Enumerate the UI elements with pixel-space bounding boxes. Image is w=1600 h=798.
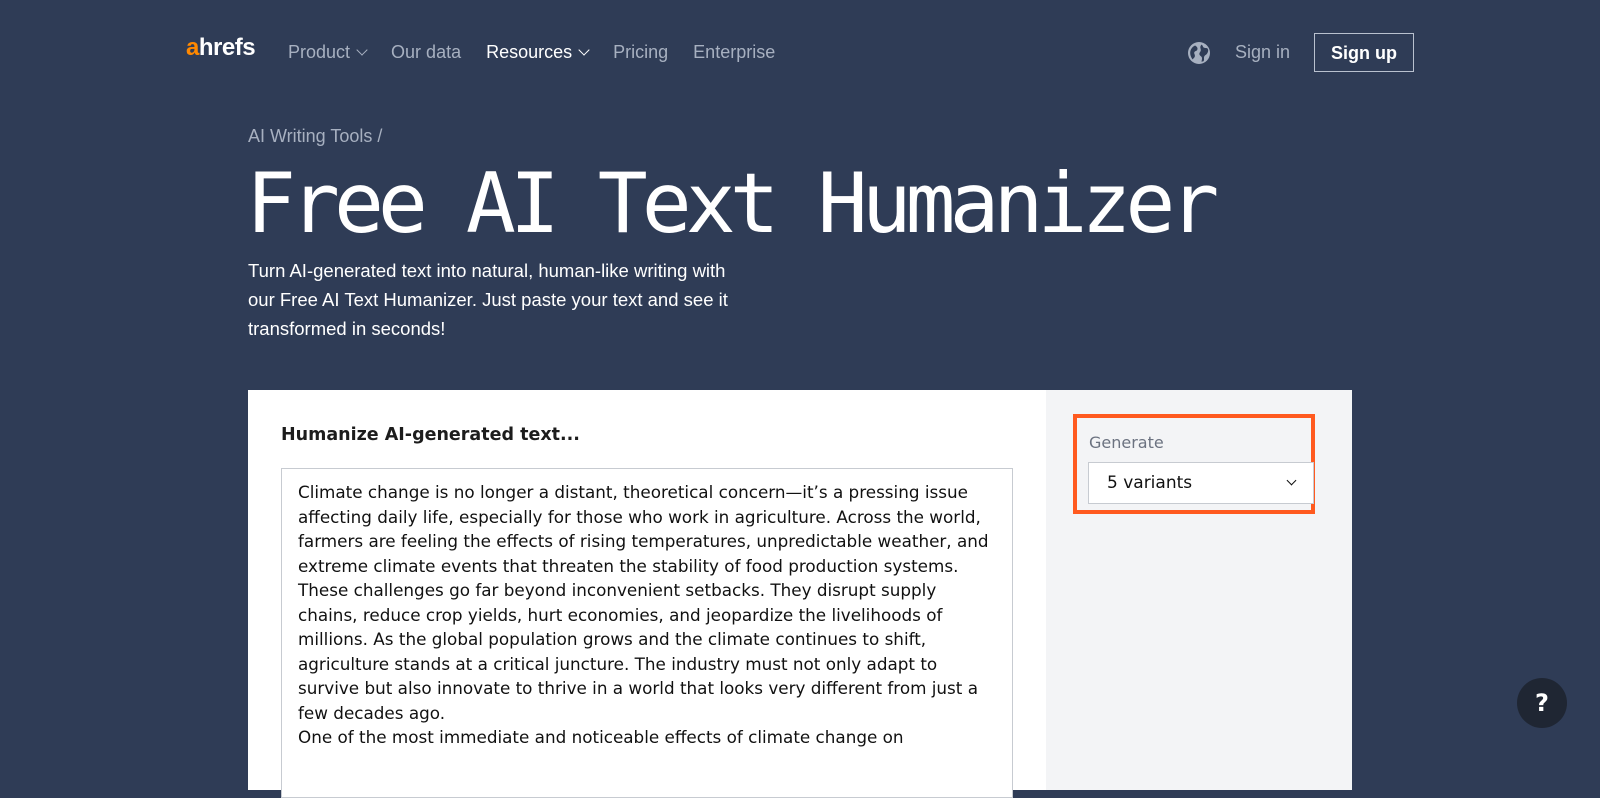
nav-item-product[interactable]: Product — [288, 40, 368, 64]
nav-item-our-data[interactable]: Our data — [391, 40, 461, 64]
input-paragraph: One of the most immediate and noticeable… — [298, 727, 904, 747]
chevron-down-icon — [578, 43, 590, 56]
generate-label: Generate — [1089, 433, 1164, 452]
variants-select-value: 5 variants — [1107, 473, 1193, 493]
sign-up-button[interactable]: Sign up — [1314, 33, 1414, 72]
input-paragraph: Climate change is no longer a distant, t… — [298, 482, 989, 723]
options-panel: Generate 5 variants — [1046, 390, 1352, 790]
logo-accent: a — [186, 34, 199, 61]
nav-item-label: Product — [288, 42, 351, 62]
nav-item-label: Enterprise — [693, 42, 776, 62]
breadcrumb[interactable]: AI Writing Tools / — [248, 126, 382, 147]
help-button[interactable]: ? — [1517, 678, 1567, 728]
nav-menu: Product Our data Resources Pricing Enter… — [288, 40, 775, 64]
page-title: Free AI Text Humanizer — [246, 155, 1219, 252]
nav-actions: Sign in Sign up — [1187, 33, 1414, 72]
nav-item-label: Our data — [391, 42, 462, 62]
top-nav: ahrefs Product Our data Resources Pricin… — [0, 0, 1600, 106]
input-label: Humanize AI-generated text... — [281, 425, 580, 445]
ahrefs-logo[interactable]: ahrefs — [186, 34, 256, 61]
chevron-down-icon — [1286, 475, 1297, 486]
nav-item-label: Resources — [486, 42, 573, 62]
nav-item-pricing[interactable]: Pricing — [613, 40, 668, 64]
variants-select[interactable]: 5 variants — [1088, 462, 1314, 504]
nav-item-resources[interactable]: Resources — [486, 40, 590, 64]
nav-item-label: Pricing — [613, 42, 669, 62]
humanizer-tool-card: Humanize AI-generated text... Climate ch… — [248, 390, 1352, 798]
logo-text: hrefs — [198, 34, 256, 61]
input-panel: Humanize AI-generated text... Climate ch… — [248, 390, 1046, 798]
page-subtitle: Turn AI-generated text into natural, hum… — [248, 260, 728, 339]
text-input[interactable]: Climate change is no longer a distant, t… — [281, 468, 1013, 798]
sign-in-link[interactable]: Sign in — [1235, 42, 1290, 63]
chevron-down-icon — [356, 43, 368, 56]
nav-item-enterprise[interactable]: Enterprise — [693, 40, 775, 64]
globe-icon[interactable] — [1187, 41, 1211, 65]
